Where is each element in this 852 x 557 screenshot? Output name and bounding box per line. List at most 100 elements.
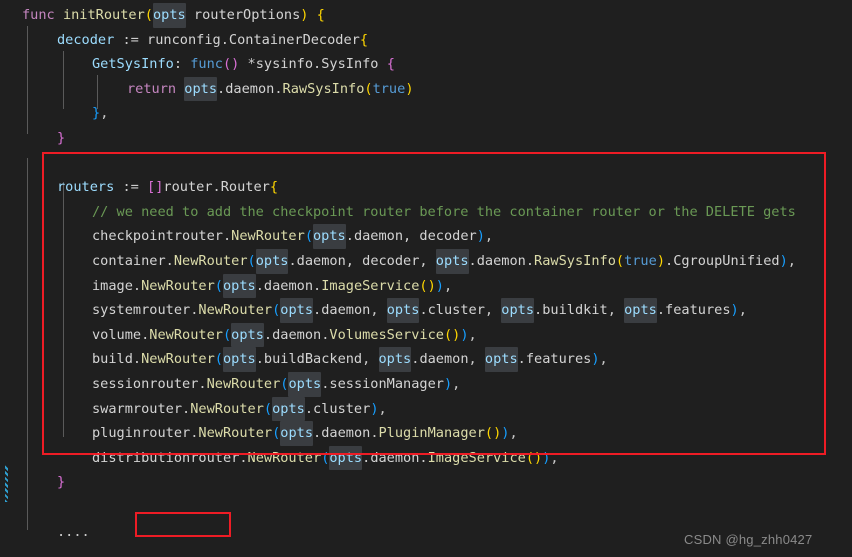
code-editor-content[interactable]: func initRouter(opts routerOptions) {dec… [0,0,852,557]
code-token: func [22,7,55,23]
code-token: . [517,351,526,368]
code-token: cluster [427,302,485,319]
code-token: ) [493,425,502,442]
code-token: NewRouter [198,302,273,319]
code-token: distributionrouter [92,449,240,466]
code-token: ( [272,302,281,319]
code-token: := [114,31,148,48]
code-line[interactable]: sessionrouter.NewRouter(opts.sessionMana… [0,372,852,397]
code-token: ImageService [427,449,526,466]
code-token: NewRouter [141,351,215,368]
code-token: daemon [476,253,526,269]
code-token: ImageService [321,277,420,294]
code-token: daemon [321,425,371,442]
code-line[interactable]: routers := []router.Router{ [0,175,852,200]
code-token: router [163,179,213,196]
code-token: NewRouter [173,253,248,269]
code-token: , [599,351,608,368]
code-token: GetSysInfo [92,56,174,73]
code-line[interactable]: } [0,126,852,151]
code-token: . [198,376,207,392]
code-token: ) [501,425,510,442]
code-token: daemon [321,302,371,319]
code-token: opts [435,249,469,274]
code-token: . [141,326,150,343]
code-token: . [665,253,674,269]
code-token: { [359,31,369,48]
code-token: ) [300,7,309,23]
code-line[interactable]: swarmrouter.NewRouter(opts.cluster), [0,396,852,422]
code-token: . [190,425,199,442]
code-token: ) [435,277,444,294]
code-token: sessionrouter [92,376,199,392]
code-token: opts [184,76,218,102]
code-line[interactable]: func initRouter(opts routerOptions) { [0,3,852,28]
code-token: image [92,277,133,294]
code-line[interactable] [0,495,852,520]
code-token: . [255,277,264,294]
code-line[interactable] [0,151,852,176]
code-token: , [468,351,485,368]
code-token: daemon [353,228,404,245]
code-line[interactable]: checkpointrouter.NewRouter(opts.daemon, … [0,224,852,249]
code-token: ] [155,179,164,196]
code-token: daemon [263,277,314,294]
code-token: { [386,56,395,73]
code-token: ) [656,253,665,269]
code-token: true [372,80,406,97]
code-token: NewRouter [141,277,215,294]
code-token: . [132,277,142,294]
code-token: . [304,400,314,417]
code-line[interactable]: container.NewRouter(opts.daemon, decoder… [0,249,852,274]
code-token: ) [730,302,739,319]
code-token: opts [501,298,535,323]
code-token: return [127,80,177,97]
code-token: } [57,130,66,146]
code-token: NewRouter [247,449,322,466]
code-line[interactable]: build.NewRouter(opts.buildBackend, opts.… [0,347,852,372]
code-token: true [624,253,657,269]
code-line[interactable]: volume.NewRouter(opts.daemon.VolumesServ… [0,322,852,348]
code-token: NewRouter [190,400,264,417]
code-token: ( [615,253,625,269]
code-line[interactable]: return opts.daemon.RawSysInfo(true) [0,76,852,102]
code-token: ( [222,56,232,73]
code-line[interactable]: GetSysInfo: func() *sysinfo.SysInfo { [0,52,852,77]
code-line[interactable]: }, [0,101,852,126]
code-token: opts [222,347,256,372]
code-token: , [378,400,387,417]
code-token: NewRouter [206,376,281,392]
code-token: ( [364,80,373,97]
code-token: . [263,326,273,343]
code-line[interactable]: image.NewRouter(opts.daemon.ImageService… [0,273,852,299]
code-token: ) [405,80,414,97]
code-token: ) [460,326,469,343]
code-token: . [165,253,174,269]
code-token: features [665,302,731,319]
code-line[interactable]: pluginrouter.NewRouter(opts.daemon.Plugi… [0,421,852,446]
code-token: , [370,302,387,319]
code-token: . [288,253,297,269]
code-token: daemon [419,351,469,368]
code-token: func [190,56,223,73]
code-line[interactable]: decoder := runconfig.ContainerDecoder{ [0,28,852,53]
code-token: ContainerDecoder [228,31,360,48]
code-token: , [550,449,559,466]
code-token: . [419,449,428,466]
code-token: ) [476,228,485,245]
code-token: daemon [296,253,346,269]
code-token: CgroupUnified [673,253,780,269]
code-token: ( [525,449,535,466]
code-token: volume [92,326,142,343]
code-line[interactable]: systemrouter.NewRouter(opts.daemon, opts… [0,298,852,323]
code-line[interactable]: } [0,470,852,495]
code-token: opts [288,372,322,397]
code-line[interactable]: // we need to add the checkpoint router … [0,200,852,225]
code-line[interactable]: distributionrouter.NewRouter(opts.daemon… [0,445,852,471]
code-token: ) [427,277,436,294]
code-token: { [269,179,279,196]
code-token: * [239,56,256,73]
